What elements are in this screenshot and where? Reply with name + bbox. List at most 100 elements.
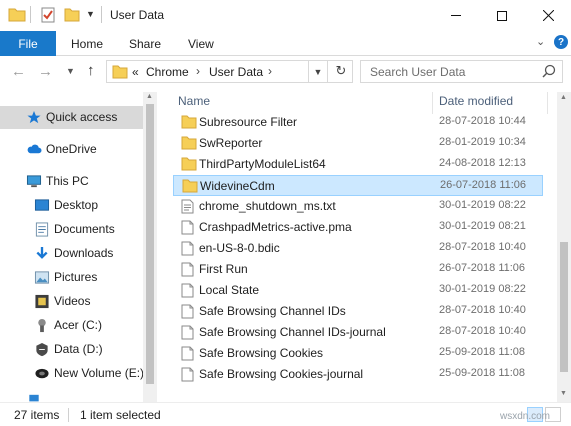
help-icon[interactable]: ? xyxy=(554,35,568,49)
scroll-down-icon[interactable]: ▼ xyxy=(560,390,567,397)
breadcrumb-user-data[interactable]: User Data xyxy=(209,65,263,79)
sidebar-item-pictures[interactable]: Pictures xyxy=(0,266,143,289)
new-folder-icon[interactable] xyxy=(64,7,80,23)
date-modified: 30-01-2019 08:22 xyxy=(439,199,526,211)
breadcrumb-chevron-icon[interactable]: › xyxy=(268,64,272,78)
table-row[interactable]: WidevineCdm 26-07-2018 11:06 xyxy=(173,175,543,196)
file-name: ThirdPartyModuleList64 xyxy=(199,157,326,171)
date-modified: 30-01-2019 08:22 xyxy=(439,283,526,295)
table-row[interactable]: Safe Browsing Channel IDs 28-07-2018 10:4… xyxy=(173,301,543,322)
column-header-name[interactable]: Name xyxy=(178,94,210,114)
expand-ribbon-icon[interactable]: ⌄ xyxy=(536,35,545,48)
column-header-date-modified[interactable]: Date modified xyxy=(439,94,513,114)
sidebar-item-this-pc[interactable]: This PC xyxy=(0,170,143,193)
sidebar-item-videos[interactable]: Videos xyxy=(0,290,143,313)
file-icon xyxy=(181,367,194,385)
refresh-icon[interactable]: ↻ xyxy=(330,61,352,81)
table-row[interactable]: Safe Browsing Cookies 25-09-2018 11:08 xyxy=(173,343,543,364)
breadcrumb-chevron-icon[interactable]: › xyxy=(196,64,200,78)
table-row[interactable]: Subresource Filter 28-07-2018 10:44 xyxy=(173,112,543,133)
properties-icon[interactable] xyxy=(40,7,56,23)
sidebar-item-label: OneDrive xyxy=(46,142,97,156)
sidebar-item-label: Videos xyxy=(54,294,91,308)
folder-icon xyxy=(181,157,197,174)
address-dropdown-icon[interactable]: ▼ xyxy=(308,60,328,83)
breadcrumb-overflow[interactable]: « xyxy=(132,65,139,79)
maximize-button[interactable] xyxy=(479,0,525,31)
drive-icon xyxy=(35,368,49,379)
close-button[interactable] xyxy=(525,0,571,31)
sidebar-item-new-volume-e[interactable]: New Volume (E:) xyxy=(0,362,144,385)
window-title: User Data xyxy=(110,8,165,22)
maximize-icon xyxy=(497,10,507,21)
tab-file[interactable]: File xyxy=(0,31,56,56)
date-modified: 26-07-2018 11:06 xyxy=(440,179,527,191)
file-name: Safe Browsing Cookies xyxy=(199,346,324,360)
sidebar-item-network[interactable] xyxy=(0,388,143,402)
navigation-scrollbar[interactable]: ▲ xyxy=(143,92,157,402)
sidebar-item-downloads[interactable]: Downloads xyxy=(0,242,143,265)
sidebar-item-label: Documents xyxy=(54,222,115,236)
column-divider[interactable] xyxy=(432,92,433,114)
file-icon xyxy=(181,283,194,301)
close-icon xyxy=(542,10,554,21)
scrollbar-thumb[interactable] xyxy=(146,104,154,384)
table-row[interactable]: chrome_shutdown_ms.txt 30-01-2019 08:22 xyxy=(173,196,543,217)
scroll-up-icon[interactable]: ▲ xyxy=(560,94,567,101)
tab-share[interactable]: Share xyxy=(129,37,161,51)
folder-icon xyxy=(181,136,197,153)
folder-icon xyxy=(8,8,26,22)
date-modified: 28-07-2018 10:40 xyxy=(439,325,526,337)
minimize-button[interactable] xyxy=(433,0,479,31)
desktop-icon xyxy=(34,199,50,211)
table-row[interactable]: Local State 30-01-2019 08:22 xyxy=(173,280,543,301)
drive-icon xyxy=(38,318,46,333)
scrollbar-thumb[interactable] xyxy=(560,242,568,372)
recent-locations-icon[interactable]: ▼ xyxy=(66,66,75,76)
address-row: ← → ▼ ↑ « Chrome › User Data › ▼ ↻ Searc… xyxy=(0,57,571,89)
file-name: Safe Browsing Cookies-journal xyxy=(199,367,364,381)
table-row[interactable]: CrashpadMetrics-active.pma 30-01-2019 08:… xyxy=(173,217,543,238)
divider xyxy=(101,6,102,23)
file-list: Name Date modified Subresource Filter 28-… xyxy=(157,92,557,402)
sidebar-item-desktop[interactable]: Desktop xyxy=(0,194,143,217)
navigation-pane: Quick access OneDrive This PC Desktop Do… xyxy=(0,92,157,402)
tab-home[interactable]: Home xyxy=(71,37,103,51)
column-divider[interactable] xyxy=(547,92,548,114)
file-list-scrollbar[interactable]: ▲ ▼ xyxy=(557,92,571,402)
table-row[interactable]: SwReporter 28-01-2019 10:34 xyxy=(173,133,543,154)
date-modified: 25-09-2018 11:08 xyxy=(439,346,526,358)
sidebar-item-label: Desktop xyxy=(54,198,99,212)
table-row[interactable]: ThirdPartyModuleList64 24-08-2018 12:13 xyxy=(173,154,543,175)
table-row[interactable]: en-US-8-0.bdic 28-07-2018 10:40 xyxy=(173,238,543,259)
minimize-icon xyxy=(451,15,461,16)
scroll-up-icon[interactable]: ▲ xyxy=(146,93,153,100)
file-name: WidevineCdm xyxy=(200,179,275,193)
table-row[interactable]: Safe Browsing Channel IDs-journal 28-07-2… xyxy=(173,322,543,343)
sidebar-item-documents[interactable]: Documents xyxy=(0,218,143,241)
table-row[interactable]: Safe Browsing Cookies-journal 25-09-2018 … xyxy=(173,364,543,385)
date-modified: 30-01-2019 08:21 xyxy=(439,220,526,232)
videos-icon xyxy=(35,294,49,309)
drive-icon xyxy=(36,342,48,357)
ribbon-tabs: File Home Share View ⌄ ? xyxy=(0,31,571,56)
selection-count: 1 item selected xyxy=(80,408,161,422)
table-row[interactable]: First Run 26-07-2018 11:06 xyxy=(173,259,543,280)
sidebar-item-quick-access[interactable]: Quick access xyxy=(0,106,143,129)
search-box[interactable]: Search User Data xyxy=(360,60,563,83)
sidebar-item-data-d[interactable]: Data (D:) xyxy=(0,338,143,361)
breadcrumb-chrome[interactable]: Chrome xyxy=(146,65,189,79)
tab-view[interactable]: View xyxy=(188,37,214,51)
forward-arrow-icon[interactable]: → xyxy=(38,63,53,80)
file-name: Local State xyxy=(199,283,260,297)
sidebar-item-acer-c[interactable]: Acer (C:) xyxy=(0,314,143,337)
search-input[interactable]: Search User Data xyxy=(370,65,465,79)
customize-quick-access-icon[interactable]: ▼ xyxy=(86,9,95,19)
file-name: SwReporter xyxy=(199,136,263,150)
file-name: en-US-8-0.bdic xyxy=(199,241,280,255)
sidebar-item-onedrive[interactable]: OneDrive xyxy=(0,138,143,161)
back-arrow-icon[interactable]: ← xyxy=(11,63,26,80)
pictures-icon xyxy=(34,271,50,284)
up-arrow-icon[interactable]: ↑ xyxy=(87,62,95,79)
folder-icon xyxy=(182,179,198,196)
